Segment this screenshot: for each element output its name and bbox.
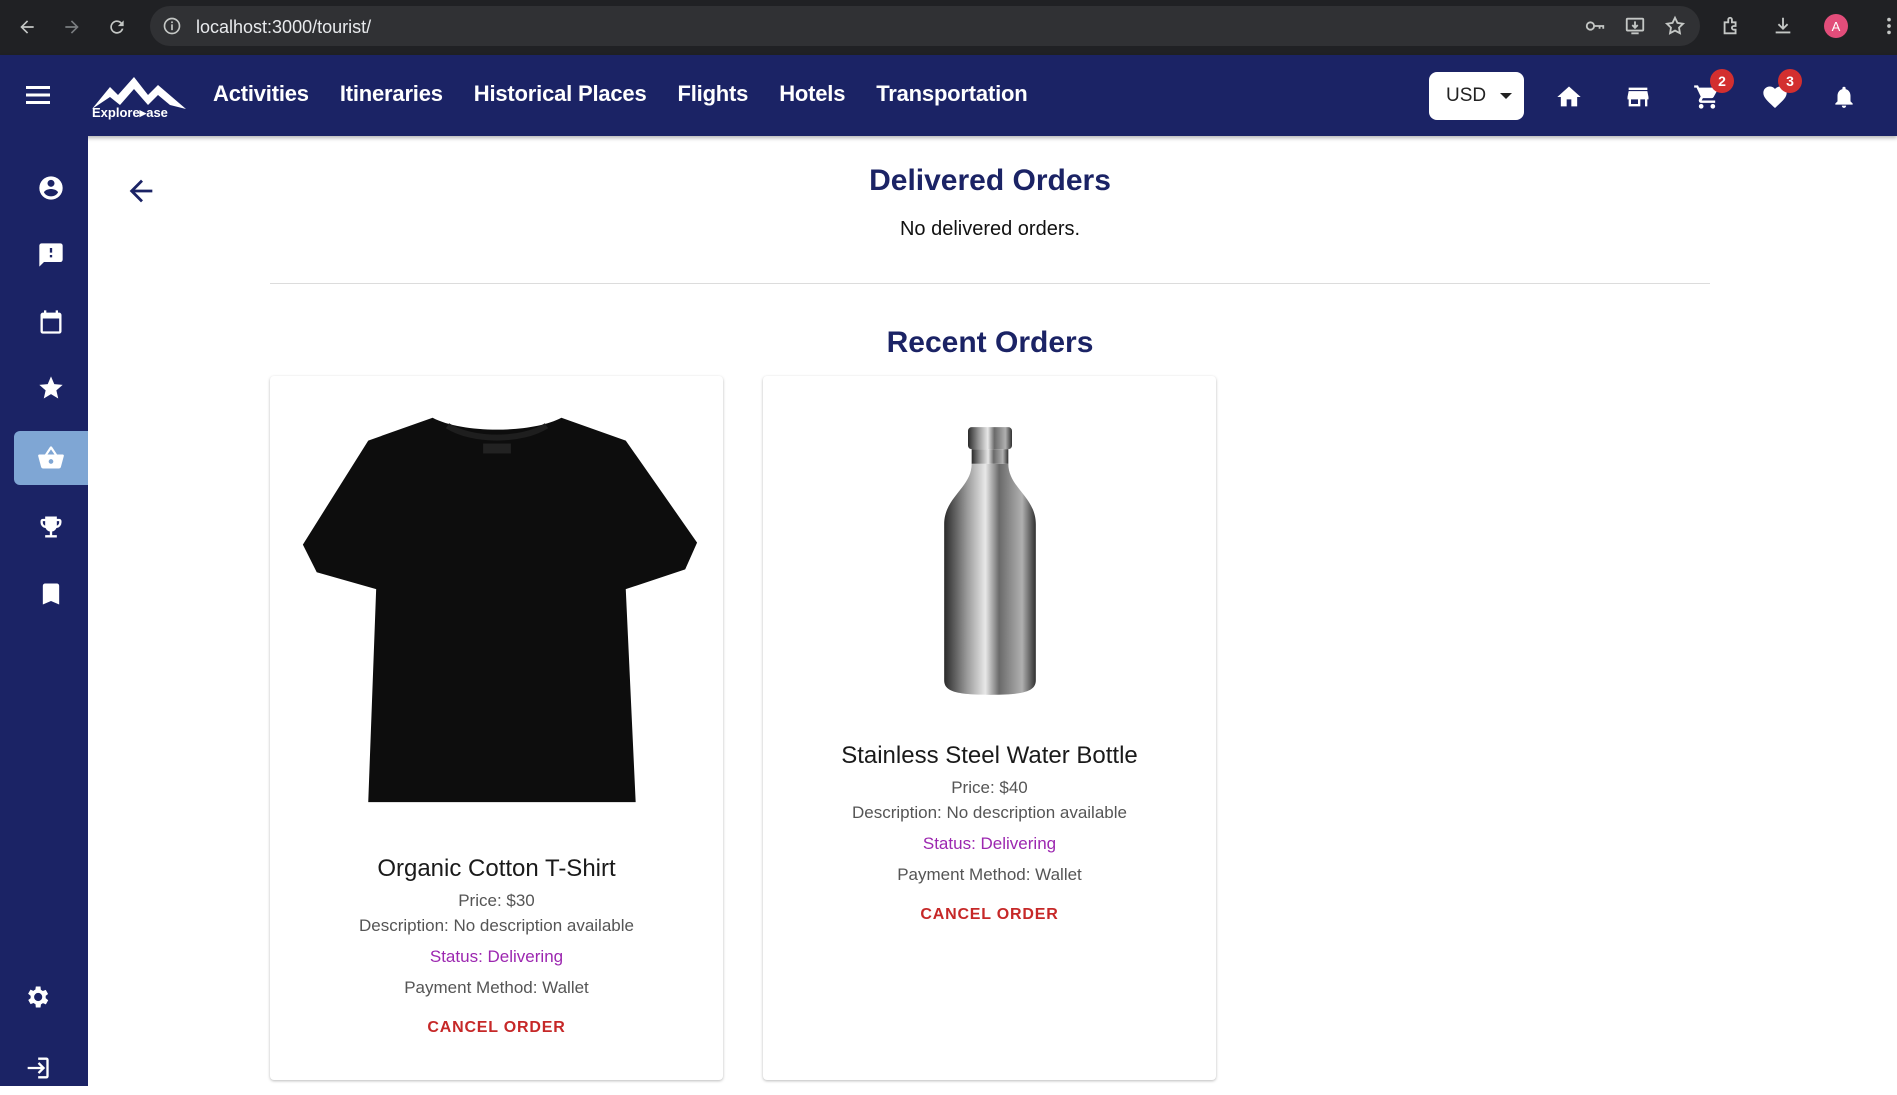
nav-transportation[interactable]: Transportation bbox=[876, 81, 1027, 107]
bottle-image bbox=[763, 416, 1216, 706]
order-card: Organic Cotton T-Shirt Price: $30 Descri… bbox=[270, 376, 723, 1080]
nav-activities[interactable]: Activities bbox=[213, 81, 309, 107]
site-info-icon[interactable] bbox=[162, 16, 182, 36]
home-icon[interactable] bbox=[1554, 82, 1584, 112]
extensions-icon[interactable] bbox=[1720, 15, 1742, 37]
bookmark-icon bbox=[42, 583, 60, 605]
back-icon[interactable] bbox=[12, 12, 42, 42]
order-name: Stainless Steel Water Bottle bbox=[841, 742, 1138, 769]
forward-icon[interactable] bbox=[57, 12, 87, 42]
main-nav: Activities Itineraries Historical Places… bbox=[213, 81, 1028, 107]
order-price: Price: $30 bbox=[458, 891, 535, 910]
sidebar-item-logout[interactable] bbox=[0, 1041, 74, 1095]
cart-count-badge: 2 bbox=[1710, 69, 1734, 93]
bookmark-star-icon[interactable] bbox=[1664, 15, 1686, 37]
sidebar-item-orders[interactable] bbox=[14, 431, 88, 485]
section-divider bbox=[270, 283, 1710, 284]
trophy-icon bbox=[40, 516, 62, 538]
settings-icon bbox=[28, 986, 49, 1008]
order-price: Price: $40 bbox=[951, 778, 1028, 797]
browser-menu-icon[interactable] bbox=[1878, 15, 1897, 37]
order-status: Status: Delivering bbox=[922, 834, 1057, 853]
currency-select[interactable]: USD bbox=[1429, 72, 1524, 120]
notifications-bell-icon[interactable] bbox=[1829, 82, 1859, 112]
complaint-icon bbox=[39, 243, 63, 267]
store-icon[interactable] bbox=[1623, 82, 1653, 112]
sidebar-item-complaints[interactable] bbox=[14, 228, 88, 282]
delivered-orders-title: Delivered Orders bbox=[869, 164, 1111, 197]
cancel-order-button[interactable]: CANCEL ORDER bbox=[763, 906, 1216, 924]
app-header: Explore▸ase Activities Itineraries Histo… bbox=[0, 55, 1897, 136]
orders-page: Delivered Orders No delivered orders. Re… bbox=[88, 136, 1897, 1086]
order-description: Description: No description available bbox=[359, 916, 634, 935]
wishlist-count-badge: 3 bbox=[1778, 69, 1802, 93]
wishlist-heart-icon[interactable]: 3 bbox=[1760, 69, 1802, 112]
tshirt-image bbox=[270, 396, 723, 812]
downloads-icon[interactable] bbox=[1772, 15, 1794, 37]
profile-icon bbox=[39, 176, 63, 200]
order-name: Organic Cotton T-Shirt bbox=[377, 855, 616, 882]
order-card: Stainless Steel Water Bottle Price: $40 … bbox=[763, 376, 1216, 1080]
sidebar-item-bookmarks[interactable] bbox=[14, 567, 88, 621]
password-key-icon[interactable] bbox=[1584, 15, 1606, 37]
sidebar-item-favorites[interactable] bbox=[14, 361, 88, 415]
order-payment-method: Payment Method: Wallet bbox=[897, 865, 1082, 884]
nav-historical-places[interactable]: Historical Places bbox=[474, 81, 647, 107]
sidebar bbox=[0, 136, 88, 1086]
browser-toolbar: localhost:3000/tourist/ A bbox=[0, 0, 1897, 55]
cart-icon[interactable]: 2 bbox=[1692, 69, 1734, 112]
reload-icon[interactable] bbox=[102, 12, 132, 42]
install-app-icon[interactable] bbox=[1624, 15, 1646, 37]
address-bar[interactable]: localhost:3000/tourist/ bbox=[150, 6, 1700, 46]
sidebar-item-settings[interactable] bbox=[0, 970, 74, 1024]
url-text[interactable]: localhost:3000/tourist/ bbox=[196, 17, 371, 38]
star-icon bbox=[39, 376, 63, 399]
logout-icon bbox=[27, 1057, 49, 1079]
nav-itineraries[interactable]: Itineraries bbox=[340, 81, 443, 107]
nav-flights[interactable]: Flights bbox=[678, 81, 749, 107]
cancel-order-button[interactable]: CANCEL ORDER bbox=[270, 1019, 723, 1037]
order-payment-method: Payment Method: Wallet bbox=[404, 978, 589, 997]
menu-icon[interactable] bbox=[26, 83, 54, 107]
logo-text[interactable]: Explore▸ase bbox=[92, 105, 168, 121]
chevron-down-icon bbox=[1500, 93, 1513, 99]
order-description: Description: No description available bbox=[852, 803, 1127, 822]
nav-hotels[interactable]: Hotels bbox=[779, 81, 845, 107]
recent-orders-title: Recent Orders bbox=[886, 326, 1094, 359]
sidebar-item-profile[interactable] bbox=[14, 161, 88, 215]
delivered-empty-message: No delivered orders. bbox=[899, 218, 1081, 240]
sidebar-item-calendar[interactable] bbox=[14, 295, 88, 349]
sidebar-item-achievements[interactable] bbox=[14, 500, 88, 554]
calendar-icon bbox=[40, 310, 62, 334]
profile-avatar[interactable]: A bbox=[1824, 14, 1848, 38]
currency-value: USD bbox=[1446, 85, 1487, 106]
order-status: Status: Delivering bbox=[429, 947, 564, 966]
basket-icon bbox=[38, 446, 64, 469]
